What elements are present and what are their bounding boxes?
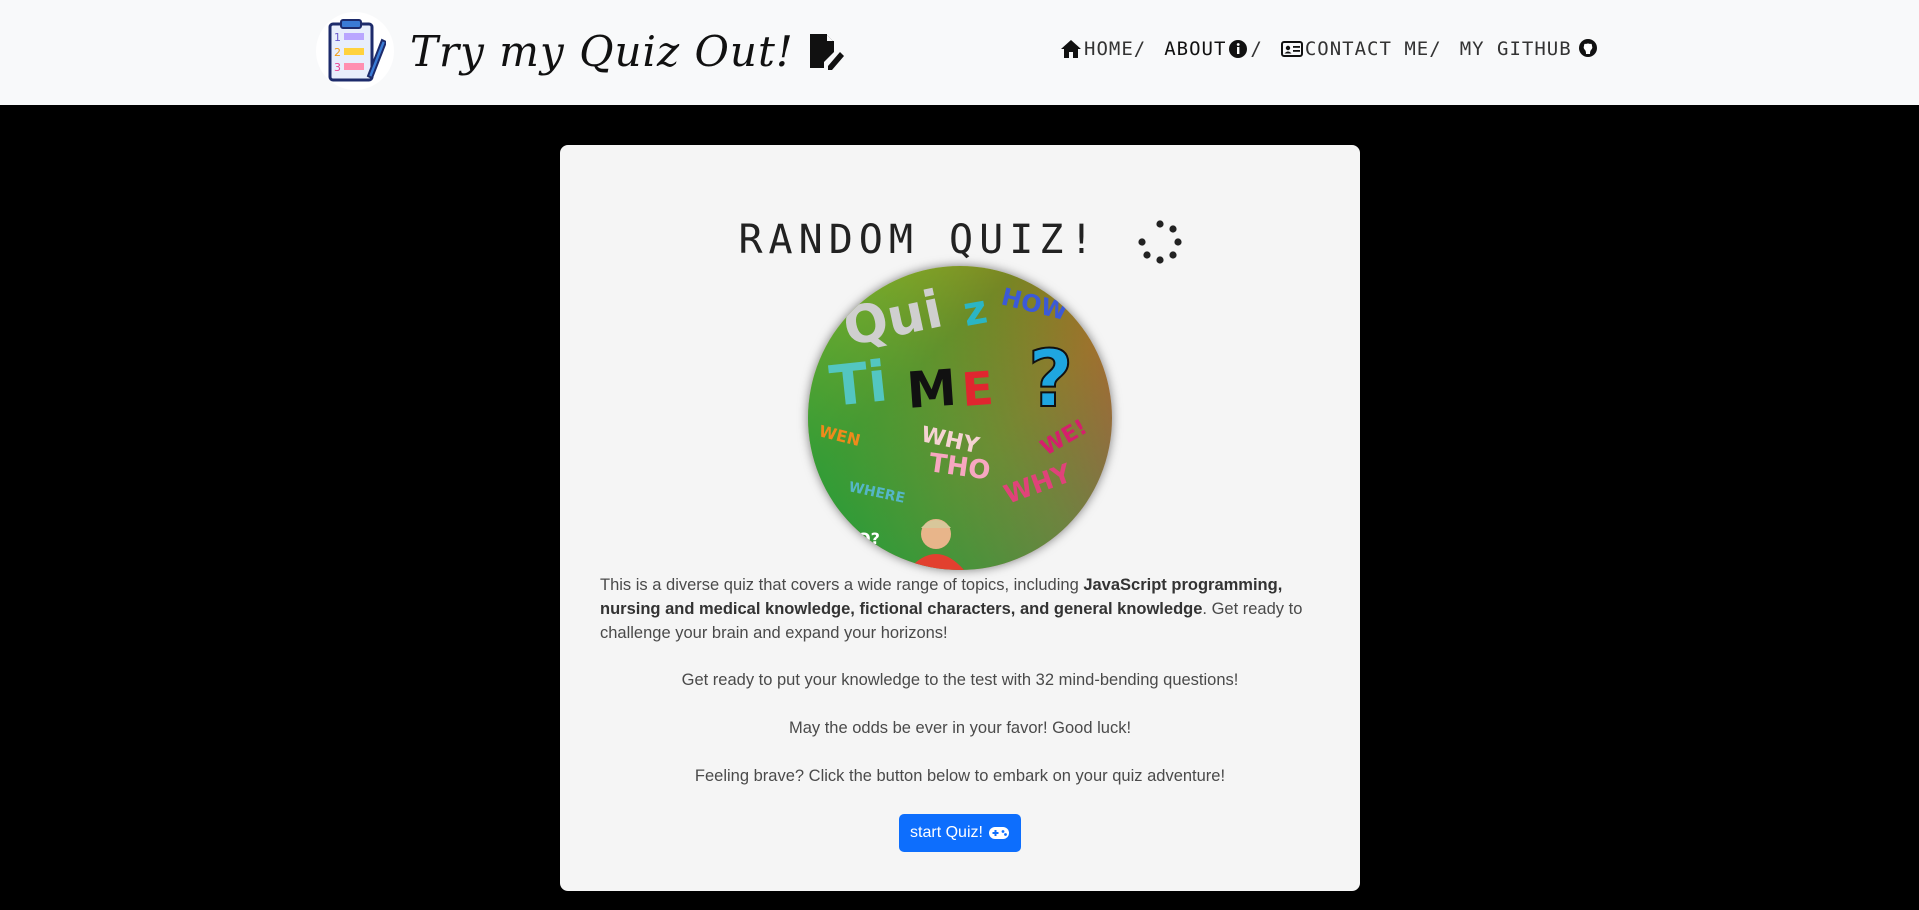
navbar: 1 2 3 Try my Quiz Out! HOME/ ABOUT / CON… [0, 0, 1919, 105]
spinner-icon [1137, 220, 1182, 264]
nav-github[interactable]: MY GITHUB [1460, 38, 1600, 60]
brand-title: Try my Quiz Out! [410, 26, 794, 76]
good-luck-text: May the odds be ever in your favor! Good… [788, 719, 1132, 737]
nav-home[interactable]: HOME/ [1060, 38, 1146, 60]
nav-github-label: MY GITHUB [1459, 38, 1572, 60]
start-quiz-button[interactable]: start Quiz! [899, 814, 1021, 852]
brand[interactable]: 1 2 3 Try my Quiz Out! [316, 12, 844, 90]
quiz-list-clipboard-icon: 1 2 3 [316, 12, 394, 90]
nav-contact[interactable]: CONTACT ME/ [1280, 38, 1442, 60]
file-pen-icon [806, 32, 844, 70]
quiz-title: RANDOM QUIZ! [738, 217, 1100, 263]
nav-about-slash: / [1250, 38, 1263, 60]
feeling-brave-text: Feeling brave? Click the button below to… [694, 767, 1226, 785]
nav-contact-label: CONTACT ME/ [1304, 38, 1442, 60]
nav-home-label: HOME/ [1084, 38, 1147, 60]
svg-text:3: 3 [334, 61, 341, 74]
intro-paragraph: This is a diverse quiz that covers a wid… [600, 573, 1320, 645]
svg-text:?: ? [1028, 335, 1073, 425]
quiz-title-wrap: RANDOM QUIZ! [560, 217, 1360, 264]
nav-about[interactable]: ABOUT / [1164, 38, 1263, 60]
svg-text:1: 1 [334, 31, 341, 44]
quiz-card: RANDOM QUIZ! Qui z Ti M E ? HOW WEN WHY … [560, 145, 1360, 891]
github-icon [1578, 38, 1600, 60]
svg-text:WHO?: WHO? [826, 529, 880, 548]
nav-about-label: ABOUT [1164, 38, 1227, 60]
quiz-time-image: Qui z Ti M E ? HOW WEN WHY THO WE! WHY W… [808, 266, 1112, 570]
intro-text-pre: This is a diverse quiz that covers a wid… [600, 576, 1084, 594]
svg-text:M: M [905, 359, 959, 420]
gamepad-icon [988, 825, 1010, 841]
questions-count-text: Get ready to put your knowledge to the t… [681, 671, 1239, 689]
address-card-icon [1280, 38, 1303, 60]
info-circle-icon [1228, 39, 1248, 59]
nav-menu: HOME/ ABOUT / CONTACT ME/ MY GITHUB [1060, 38, 1600, 60]
svg-text:Ti: Ti [827, 349, 891, 420]
house-icon [1060, 38, 1082, 60]
svg-text:2: 2 [334, 46, 341, 59]
svg-text:E: E [960, 361, 995, 417]
start-quiz-label: start Quiz! [910, 824, 983, 841]
